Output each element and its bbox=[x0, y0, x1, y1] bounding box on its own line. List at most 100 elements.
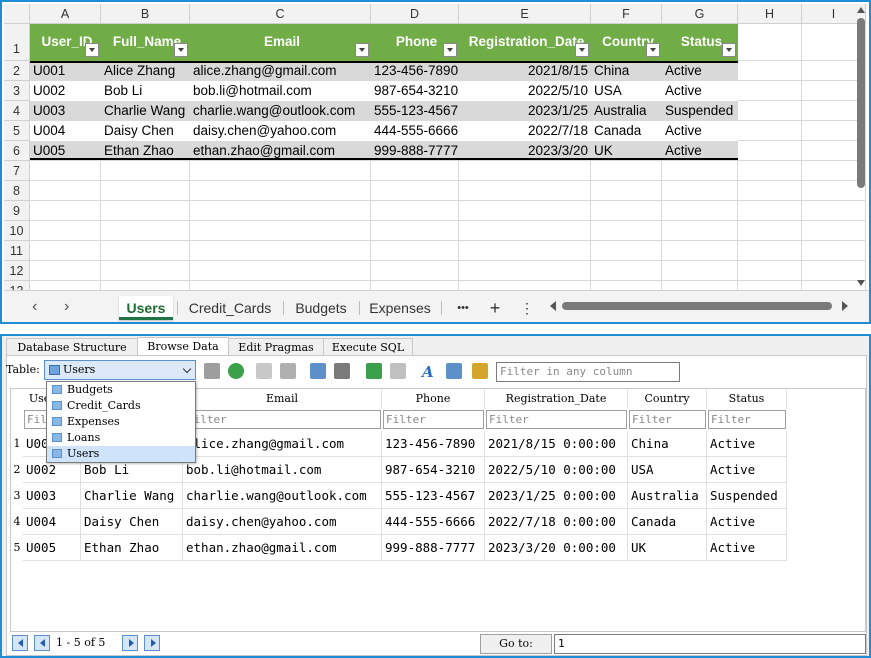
table-row-cell[interactable]: 987-654-3210 bbox=[382, 457, 485, 483]
table-row-cell[interactable]: 2023/1/25 0:00:00 bbox=[485, 483, 628, 509]
grid-cell[interactable] bbox=[662, 181, 738, 201]
column-header-f[interactable]: F bbox=[591, 4, 662, 24]
tab-browse-data[interactable]: Browse Data bbox=[137, 337, 229, 357]
dropdown-item-budgets[interactable]: Budgets bbox=[47, 382, 195, 398]
table-row-cell[interactable]: U003 bbox=[23, 483, 81, 509]
grid-cell[interactable] bbox=[662, 201, 738, 221]
table-row-cell[interactable]: 2022/5/10 0:00:00 bbox=[485, 457, 628, 483]
grid-cell[interactable] bbox=[30, 241, 101, 261]
grid-cell[interactable] bbox=[30, 261, 101, 281]
column-filter-input[interactable]: Filter bbox=[486, 410, 627, 429]
row-header-1[interactable]: 1 bbox=[4, 24, 30, 61]
grid-cell[interactable] bbox=[738, 221, 802, 241]
insert-row-icon[interactable] bbox=[366, 363, 382, 379]
vertical-scrollbar[interactable] bbox=[853, 4, 869, 288]
table-row-cell[interactable]: 2023/3/20 0:00:00 bbox=[485, 535, 628, 561]
grid-cell[interactable] bbox=[591, 161, 662, 181]
grid-cell[interactable] bbox=[371, 161, 459, 181]
refresh-icon[interactable] bbox=[228, 363, 244, 379]
grid-cell[interactable] bbox=[459, 261, 591, 281]
grid-cell[interactable] bbox=[371, 241, 459, 261]
table-row-cell[interactable]: Canada bbox=[628, 509, 707, 535]
table-data-cell[interactable]: USA bbox=[591, 81, 662, 101]
column-header-e[interactable]: E bbox=[459, 4, 591, 24]
grid-cell[interactable] bbox=[738, 201, 802, 221]
sheet-tab-budgets[interactable]: Budgets bbox=[288, 296, 354, 320]
column-header-phone[interactable]: Phone bbox=[382, 389, 485, 409]
table-data-cell[interactable]: 555-123-4567 bbox=[371, 101, 459, 121]
grid-cell[interactable] bbox=[101, 161, 190, 181]
table-row-cell[interactable]: Active bbox=[707, 535, 787, 561]
last-page-button[interactable] bbox=[144, 635, 160, 651]
table-data-cell[interactable]: Charlie Wang bbox=[101, 101, 190, 121]
grid-cell[interactable] bbox=[459, 161, 591, 181]
delete-row-icon[interactable] bbox=[390, 363, 406, 379]
row-header-12[interactable]: 12 bbox=[4, 261, 30, 281]
grid-cell[interactable] bbox=[101, 201, 190, 221]
table-data-cell[interactable]: 2022/5/10 bbox=[459, 81, 591, 101]
clear-filters-icon[interactable] bbox=[256, 363, 272, 379]
grid-cell[interactable] bbox=[662, 161, 738, 181]
table-row-cell[interactable]: USA bbox=[628, 457, 707, 483]
row-header-7[interactable]: 7 bbox=[4, 161, 30, 181]
table-row-cell[interactable]: daisy.chen@yahoo.com bbox=[183, 509, 382, 535]
column-header-h[interactable]: H bbox=[738, 4, 802, 24]
next-page-button[interactable] bbox=[122, 635, 138, 651]
dropdown-item-users[interactable]: Users bbox=[47, 446, 195, 462]
table-row-cell[interactable]: U004 bbox=[23, 509, 81, 535]
table-data-cell[interactable]: U002 bbox=[30, 81, 101, 101]
filter-dropdown-icon[interactable] bbox=[575, 43, 589, 57]
grid-cell[interactable] bbox=[459, 181, 591, 201]
goto-input[interactable]: 1 bbox=[554, 634, 866, 654]
grid-cell[interactable] bbox=[190, 241, 371, 261]
tab-execute-sql[interactable]: Execute SQL bbox=[323, 338, 413, 356]
grid-cell[interactable] bbox=[738, 121, 802, 141]
dropdown-item-expenses[interactable]: Expenses bbox=[47, 414, 195, 430]
table-data-cell[interactable]: 987-654-3210 bbox=[371, 81, 459, 101]
table-row-cell[interactable]: Suspended bbox=[707, 483, 787, 509]
grid-cell[interactable] bbox=[371, 221, 459, 241]
grid-cell[interactable] bbox=[190, 181, 371, 201]
grid-cell[interactable] bbox=[662, 221, 738, 241]
column-filter-input[interactable]: Filter bbox=[629, 410, 706, 429]
horizontal-scroll-thumb[interactable] bbox=[562, 302, 832, 310]
table-data-cell[interactable]: U004 bbox=[30, 121, 101, 141]
table-row-cell[interactable]: 2021/8/15 0:00:00 bbox=[485, 431, 628, 457]
grid-cell[interactable] bbox=[662, 261, 738, 281]
table-row-cell[interactable]: Australia bbox=[628, 483, 707, 509]
table-row-cell[interactable]: ethan.zhao@gmail.com bbox=[183, 535, 382, 561]
table-row-cell[interactable]: UK bbox=[628, 535, 707, 561]
vertical-scroll-thumb[interactable] bbox=[857, 18, 865, 188]
row-number[interactable]: 3 bbox=[11, 483, 23, 509]
grid-cell[interactable] bbox=[30, 221, 101, 241]
grid-cell[interactable] bbox=[662, 241, 738, 261]
grid-cell[interactable] bbox=[738, 261, 802, 281]
grid-cell[interactable] bbox=[738, 61, 802, 81]
grid-cell[interactable] bbox=[591, 181, 662, 201]
table-data-cell[interactable]: 2023/1/25 bbox=[459, 101, 591, 121]
table-row-cell[interactable]: alice.zhang@gmail.com bbox=[183, 431, 382, 457]
sheet-tab-expenses[interactable]: Expenses bbox=[364, 296, 436, 320]
table-data-cell[interactable]: daisy.chen@yahoo.com bbox=[190, 121, 371, 141]
row-header-11[interactable]: 11 bbox=[4, 241, 30, 261]
sheet-options-icon[interactable]: ⋮ bbox=[518, 296, 536, 320]
grid-cell[interactable] bbox=[738, 101, 802, 121]
row-header-8[interactable]: 8 bbox=[4, 181, 30, 201]
table-data-cell[interactable]: U003 bbox=[30, 101, 101, 121]
grid-cell[interactable] bbox=[591, 201, 662, 221]
table-row-cell[interactable]: Charlie Wang bbox=[81, 483, 183, 509]
table-row-cell[interactable]: charlie.wang@outlook.com bbox=[183, 483, 382, 509]
grid-cell[interactable] bbox=[459, 241, 591, 261]
row-number[interactable]: 5 bbox=[11, 535, 23, 561]
row-header-10[interactable]: 10 bbox=[4, 221, 30, 241]
first-page-button[interactable] bbox=[12, 635, 28, 651]
table-row-cell[interactable]: Active bbox=[707, 457, 787, 483]
row-number[interactable]: 1 bbox=[11, 431, 23, 457]
table-header-cell[interactable]: Registration_Date bbox=[459, 24, 591, 61]
tab-database-structure[interactable]: Database Structure bbox=[6, 338, 138, 356]
table-data-cell[interactable]: Suspended bbox=[662, 101, 738, 121]
column-header-a[interactable]: A bbox=[30, 4, 101, 24]
grid-cell[interactable] bbox=[738, 81, 802, 101]
grid-cell[interactable] bbox=[459, 221, 591, 241]
table-data-cell[interactable]: Active bbox=[662, 81, 738, 101]
